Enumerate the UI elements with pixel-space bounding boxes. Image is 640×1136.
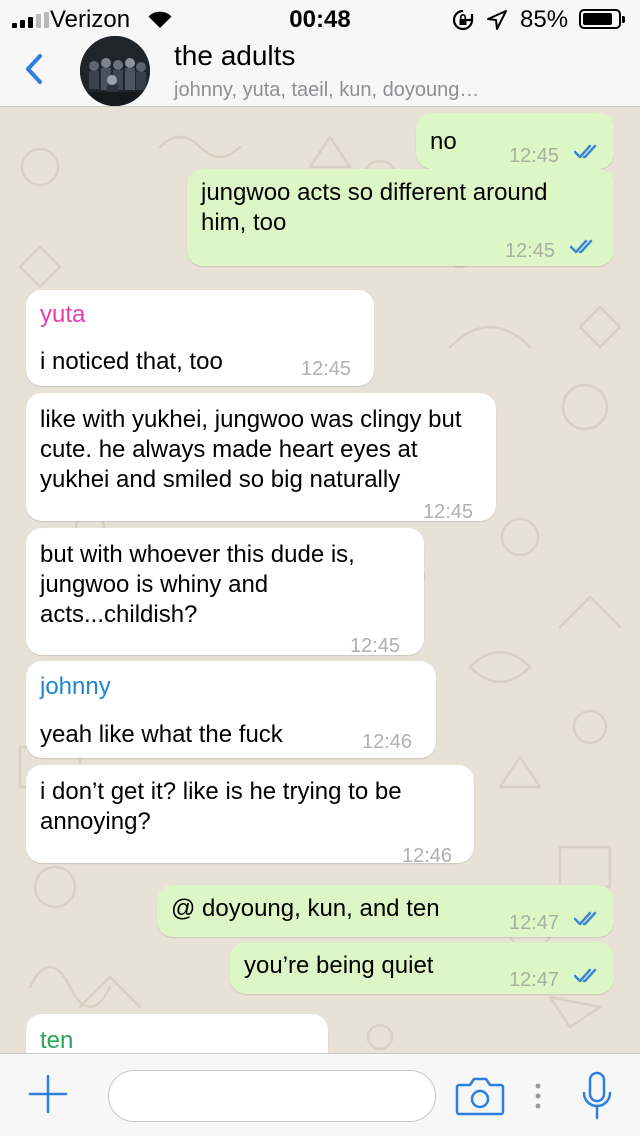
message-text: like with yukhei, jungwoo was clingy but… xyxy=(40,406,462,493)
read-receipt-icon xyxy=(574,144,597,159)
message-list: no 12:45 jungwoo acts so different aroun… xyxy=(0,107,640,1053)
incoming-message[interactable]: but with whoever this dude is, jungwoo i… xyxy=(26,528,424,657)
incoming-message[interactable]: ten xyxy=(26,1014,328,1053)
outgoing-message[interactable]: you’re being quiet 12:47 xyxy=(230,942,614,994)
incoming-message[interactable]: yuta i noticed that, too 12:45 xyxy=(26,290,374,386)
chevron-left-icon[interactable] xyxy=(20,52,50,86)
message-time: 12:46 xyxy=(362,731,413,753)
status-bar: Verizon 00:48 85% xyxy=(0,0,640,40)
read-receipt-icon xyxy=(574,911,597,926)
plus-icon[interactable] xyxy=(28,1074,68,1114)
message-time: 12:45 xyxy=(350,635,401,657)
outgoing-message[interactable]: @ doyoung, kun, and ten 12:47 xyxy=(157,885,614,937)
message-time: 12:47 xyxy=(509,912,560,934)
read-receipt-icon xyxy=(570,239,593,254)
chat-members[interactable]: johnny, yuta, taeil, kun, doyoung… xyxy=(174,79,479,102)
message-time: 12:47 xyxy=(509,969,560,991)
message-time: 12:45 xyxy=(301,358,352,380)
message-time: 12:45 xyxy=(509,145,560,167)
group-avatar[interactable] xyxy=(80,36,150,106)
chat-screen: Verizon 00:48 85% the adults johnny, yut… xyxy=(0,0,640,1136)
camera-icon[interactable] xyxy=(455,1076,505,1116)
message-text: jungwoo acts so different around him, to… xyxy=(201,179,548,236)
outgoing-message[interactable]: no 12:45 xyxy=(416,113,614,169)
chat-title[interactable]: the adults xyxy=(174,40,295,72)
message-time: 12:45 xyxy=(423,501,474,523)
message-text: i noticed that, too xyxy=(40,348,223,375)
rotation-lock-icon xyxy=(452,9,474,31)
sender-name: ten xyxy=(40,1027,74,1053)
more-options-icon[interactable] xyxy=(535,1082,541,1110)
message-text: i don’t get it? like is he trying to be … xyxy=(40,778,402,835)
message-input-bar xyxy=(0,1053,640,1136)
incoming-message[interactable]: i don’t get it? like is he trying to be … xyxy=(26,765,474,867)
microphone-icon[interactable] xyxy=(580,1071,614,1121)
message-time: 12:46 xyxy=(402,845,453,867)
message-text: yeah like what the fuck xyxy=(40,721,283,748)
incoming-message[interactable]: like with yukhei, jungwoo was clingy but… xyxy=(26,393,496,523)
message-text: you’re being quiet xyxy=(244,952,434,979)
battery-level xyxy=(583,13,612,25)
message-text: no xyxy=(430,128,457,155)
message-text: @ doyoung, kun, and ten xyxy=(171,895,440,922)
message-input[interactable] xyxy=(108,1070,436,1122)
sender-name: johnny xyxy=(40,673,111,700)
battery-icon xyxy=(579,9,625,29)
location-arrow-icon xyxy=(487,10,507,30)
sender-name: yuta xyxy=(40,301,86,328)
read-receipt-icon xyxy=(574,968,597,983)
message-text: but with whoever this dude is, jungwoo i… xyxy=(40,541,355,628)
incoming-message[interactable]: johnny yeah like what the fuck 12:46 xyxy=(26,661,436,758)
group-photo xyxy=(80,36,150,106)
navigation-header: Verizon 00:48 85% the adults johnny, yut… xyxy=(0,0,640,107)
message-time: 12:45 xyxy=(505,240,556,262)
battery-percent: 85% xyxy=(520,6,569,33)
outgoing-message[interactable]: jungwoo acts so different around him, to… xyxy=(187,169,614,266)
